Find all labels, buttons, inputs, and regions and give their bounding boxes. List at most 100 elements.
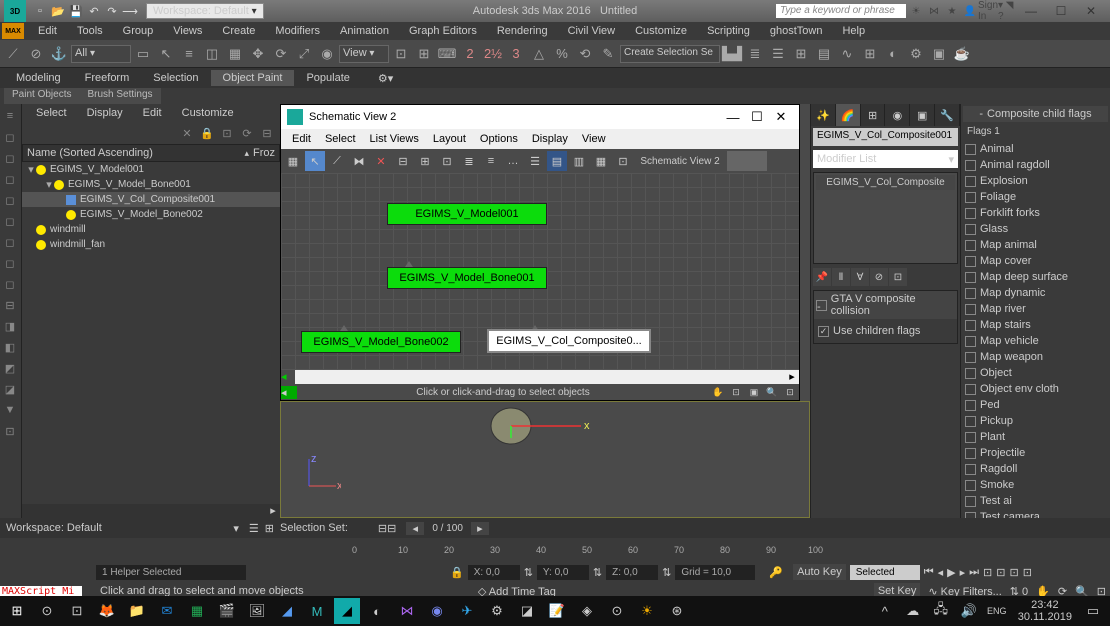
object-name-field[interactable]: EGIMS_V_Col_Composite001 [813,128,958,146]
task-game-icon[interactable]: ⚙ [484,598,510,624]
menu-grapheditors[interactable]: Graph Editors [399,24,487,38]
flag-map-vehicle[interactable]: Map vehicle [965,333,1106,349]
cmd-create-icon[interactable]: ✨ [811,104,836,126]
snap-2.5d-icon[interactable]: 2½ [482,43,504,65]
tab-objectpaint[interactable]: Object Paint [211,70,295,86]
tray-cloud-icon[interactable]: ☁ [900,598,926,624]
signin-button[interactable]: Sign In [980,3,996,19]
sv-bookmark-input[interactable]: Schematic View 2 [635,151,725,171]
tool-m-icon[interactable]: ◪ [0,379,20,399]
tool-row-icon[interactable]: ≡ [0,106,20,126]
se-col-frozen[interactable]: Froz [253,147,275,159]
flag-ragdoll[interactable]: Ragdoll [965,461,1106,477]
select-rect-icon[interactable]: ◫ [201,43,223,65]
sv-tb-i-icon[interactable]: ▥ [569,151,589,171]
task-discord-icon[interactable]: ◉ [424,598,450,624]
tree-item[interactable]: EGIMS_V_Model_Bone002 [80,209,203,220]
link-icon[interactable]: ⟶ [122,3,138,19]
keymode-dropdown[interactable]: Selected [850,565,920,580]
tray-clock[interactable]: 23:4230.11.2019 [1012,599,1078,623]
flag-glass[interactable]: Glass [965,221,1106,237]
stack-remove-icon[interactable]: ⊘ [870,268,888,286]
layers-icon[interactable]: ☰ [767,43,789,65]
sv-tb-k-icon[interactable]: ⊡ [613,151,633,171]
minimize-button[interactable]: — [1016,1,1046,21]
tray-notif-icon[interactable]: ▭ [1080,598,1106,624]
tool-c-icon[interactable]: ◻ [0,169,20,189]
goto-start-icon[interactable]: ⏮ [924,566,934,579]
refcoord-dropdown[interactable]: View ▾ [339,45,389,63]
modifier-list-dropdown[interactable]: Modifier List▾ [813,150,958,168]
sv-close-button[interactable]: ✕ [769,109,793,125]
keyboard-icon[interactable]: ⌨ [436,43,458,65]
task-movie-icon[interactable]: 🎬 [214,598,240,624]
subtab-brushsettings[interactable]: Brush Settings [79,88,160,104]
maximize-button[interactable]: ☐ [1046,1,1076,21]
move-icon[interactable]: ✥ [247,43,269,65]
se-customize[interactable]: Customize [172,106,244,120]
bind-icon[interactable]: ⚓ [48,43,70,65]
tab-freeform[interactable]: Freeform [73,70,142,86]
task-firefox-icon[interactable]: 🦊 [94,598,120,624]
tool-e-icon[interactable]: ◻ [0,211,20,231]
mirror-icon[interactable]: ▙▟ [721,43,743,65]
sv-minimize-button[interactable]: — [721,110,745,125]
star2-icon[interactable]: ★ [944,3,960,19]
filter-dropdown[interactable]: All ▾ [71,45,131,63]
cmd-motion-icon[interactable]: ◉ [885,104,910,126]
tool-h-icon[interactable]: ◻ [0,274,20,294]
sv-tb-del-icon[interactable]: ✕ [371,151,391,171]
select-link-icon[interactable]: ⟋ [2,43,24,65]
tab-modeling[interactable]: Modeling [4,70,73,86]
frame-prev-button[interactable]: ◂ [406,522,424,535]
se-a-icon[interactable]: ⊡ [218,124,236,142]
play-icon[interactable]: ▶ [947,566,955,579]
help-dropdown[interactable]: ▾ ◥ ? [998,3,1014,19]
menu-ghosttown[interactable]: ghostTown [760,24,833,38]
tool-i-icon[interactable]: ⊟ [0,295,20,315]
schematic-icon[interactable]: ⊞ [859,43,881,65]
tree-item[interactable]: windmill_fan [50,239,105,250]
flags-title[interactable]: Composite child flags [987,108,1092,120]
cmd-modify-icon[interactable]: 🌈 [836,104,861,126]
percent-snap-icon[interactable]: % [551,43,573,65]
tree-item[interactable]: EGIMS_V_Col_Composite001 [80,194,215,205]
sv-zoomreg-icon[interactable]: ⊡ [781,384,799,400]
menu-help[interactable]: Help [832,24,875,38]
key-icon[interactable]: 🔑 [769,566,783,579]
sv-zoom-icon[interactable]: 🔍 [763,384,781,400]
rotate-icon[interactable]: ⟳ [270,43,292,65]
align-icon[interactable]: ≣ [744,43,766,65]
sv-maximize-button[interactable]: ☐ [745,109,769,125]
rollout-header[interactable]: -GTA V composite collision [814,291,957,319]
tab-selection[interactable]: Selection [141,70,210,86]
angle-snap-icon[interactable]: △ [528,43,550,65]
se-c-icon[interactable]: ⊟ [258,124,276,142]
tool-g-icon[interactable]: ◻ [0,253,20,273]
task-sun-icon[interactable]: ☀ [634,598,660,624]
tool-d-icon[interactable]: ◻ [0,190,20,210]
sv-tb-e-icon[interactable]: ≡ [481,151,501,171]
scale-icon[interactable]: ⤢ [293,43,315,65]
tool-n-icon[interactable]: ⊡ [0,421,20,441]
flag-map-weapon[interactable]: Map weapon [965,349,1106,365]
flag-object[interactable]: Object [965,365,1106,381]
tray-lang-icon[interactable]: ENG [984,598,1010,624]
se-edit[interactable]: Edit [133,106,172,120]
coord-z[interactable]: Z: 0,0 [606,565,658,580]
app-logo[interactable]: 3D [4,0,26,22]
se-select[interactable]: Select [26,106,77,120]
cmd-display-icon[interactable]: ▣ [910,104,935,126]
sv-tb-c-icon[interactable]: ⊡ [437,151,457,171]
tb-b-icon[interactable]: ⊟ [387,522,396,535]
named-sel-dropdown[interactable]: Create Selection Se [620,45,720,63]
menu-create[interactable]: Create [212,24,265,38]
prev-key-icon[interactable]: ◂ [938,566,944,579]
frame-next-button[interactable]: ▸ [471,522,489,535]
curve-editor-icon[interactable]: ∿ [836,43,858,65]
next-key-icon[interactable]: ▸ [960,566,966,579]
flag-map-stairs[interactable]: Map stairs [965,317,1106,333]
snap-2d-icon[interactable]: 2 [459,43,481,65]
se-col-name[interactable]: Name (Sorted Ascending) [27,147,153,159]
start-button[interactable]: ⊞ [4,598,30,624]
